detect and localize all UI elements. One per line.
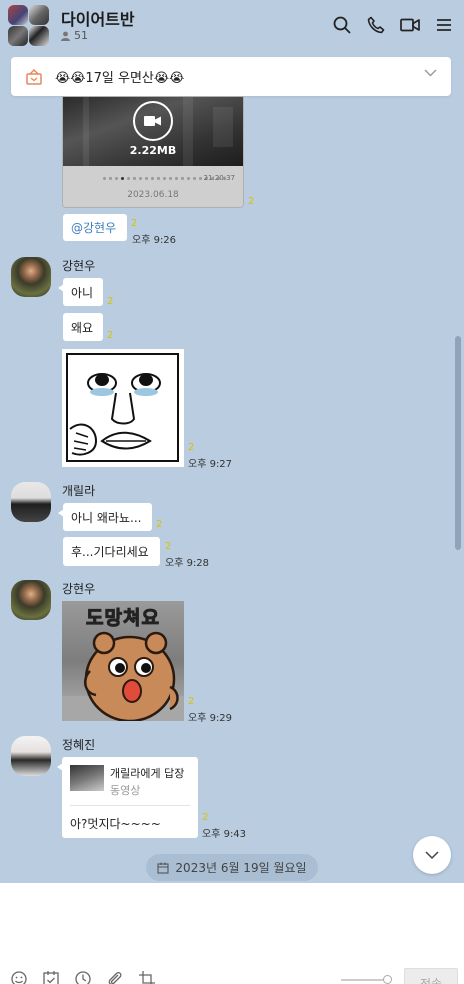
group-avatar[interactable]: [8, 5, 50, 47]
emoticon-image[interactable]: 도망쳐요: [62, 601, 184, 721]
unread-count: 2: [165, 541, 172, 552]
message-time: 오후 9:27: [188, 459, 233, 470]
sender-name: 강현우: [62, 259, 96, 273]
video-date: 2023.06.18: [127, 190, 179, 200]
avatar[interactable]: [11, 257, 51, 297]
member-count[interactable]: 51: [61, 29, 88, 42]
reply-message[interactable]: 개릴라에게 답장 동영상 아?멋지다~~~~: [57, 757, 198, 838]
unread-count: 2: [188, 442, 195, 453]
unread-count: 2: [202, 812, 209, 823]
unread-count: 2: [188, 696, 195, 707]
avatar[interactable]: [11, 580, 51, 620]
paperclip-icon[interactable]: [106, 970, 124, 984]
video-size: 2.22MB: [129, 144, 177, 157]
unread-count: 2: [107, 330, 114, 341]
emoji-icon[interactable]: [10, 970, 28, 984]
message-text: 아니 왜라뇨...: [71, 510, 142, 525]
avatar[interactable]: [11, 482, 51, 522]
avatar[interactable]: [11, 736, 51, 776]
message-time: 오후 9:43: [202, 829, 247, 840]
chevron-down-icon: [425, 851, 439, 859]
message-bubble[interactable]: 왜요: [63, 313, 103, 341]
message-bubble[interactable]: @강현우: [63, 214, 127, 241]
input-toolbar: [10, 970, 156, 984]
message-time: 오후 9:29: [188, 713, 233, 724]
message-bubble[interactable]: 아니: [58, 278, 103, 306]
member-count-value: 51: [74, 29, 88, 42]
chevron-down-icon[interactable]: [424, 69, 437, 77]
message-bubble[interactable]: 아니 왜라뇨...: [58, 503, 152, 531]
notice-icon: [26, 68, 42, 85]
scrollbar[interactable]: [455, 336, 461, 550]
message-text: 아니: [71, 285, 94, 300]
notice-bar[interactable]: 😭😭17일 우면산😭😭: [11, 57, 451, 96]
sender-name: 강현우: [62, 582, 96, 596]
message-text: 후...기다리세요: [71, 545, 149, 559]
divider: [70, 805, 190, 806]
video-thumbnail: 2.22MB: [63, 97, 243, 166]
send-button[interactable]: 전송: [404, 968, 458, 984]
text-size-slider[interactable]: [341, 979, 389, 981]
slider-handle[interactable]: [383, 975, 392, 984]
chat-header: 다이어트반 51: [0, 0, 464, 52]
sender-name: 개릴라: [62, 484, 96, 498]
avatar: [29, 5, 49, 25]
sticker-image[interactable]: [62, 349, 184, 467]
message-text: 아?멋지다~~~~: [70, 817, 161, 831]
message-time: 오후 9:28: [165, 558, 210, 569]
video-call-icon[interactable]: [400, 14, 420, 36]
avatar: [8, 5, 28, 25]
calendar-check-icon[interactable]: [42, 970, 60, 984]
room-title[interactable]: 다이어트반: [61, 6, 135, 30]
crop-icon[interactable]: [138, 970, 156, 984]
menu-icon[interactable]: [434, 14, 454, 36]
reply-thumbnail[interactable]: [70, 765, 104, 791]
mention-text[interactable]: @강현우: [71, 219, 116, 236]
header-actions: [332, 14, 454, 36]
message-bubble[interactable]: 후...기다리세요: [63, 537, 160, 566]
unread-count: 2: [107, 296, 114, 307]
phone-icon[interactable]: [366, 14, 386, 36]
message-time: 오후 9:26: [132, 235, 177, 246]
video-message[interactable]: 2.22MB 21:20:37 2023.06.18: [62, 96, 244, 208]
scroll-to-bottom-button[interactable]: [413, 836, 451, 874]
avatar: [8, 26, 28, 46]
video-timestamp: 21:20:37: [203, 174, 235, 182]
person-icon: [61, 31, 70, 41]
unread-count: 2: [131, 218, 138, 229]
video-play-icon[interactable]: [133, 101, 173, 141]
message-text: 왜요: [71, 320, 94, 335]
reply-subtitle: 동영상: [110, 784, 141, 797]
unread-count: 2: [248, 196, 255, 207]
notice-text: 😭😭17일 우면산😭😭: [55, 71, 185, 86]
reply-title: 개릴라에게 답장: [110, 767, 185, 780]
message-input-area[interactable]: [0, 883, 464, 984]
sender-name: 정혜진: [62, 738, 96, 752]
date-text: 2023년 6월 19일 월요일: [175, 861, 307, 875]
search-icon[interactable]: [332, 14, 352, 36]
unread-count: 2: [156, 519, 163, 530]
avatar: [29, 26, 49, 46]
date-divider: 2023년 6월 19일 월요일: [146, 854, 318, 881]
clock-icon[interactable]: [74, 970, 92, 984]
calendar-icon: [157, 862, 169, 874]
